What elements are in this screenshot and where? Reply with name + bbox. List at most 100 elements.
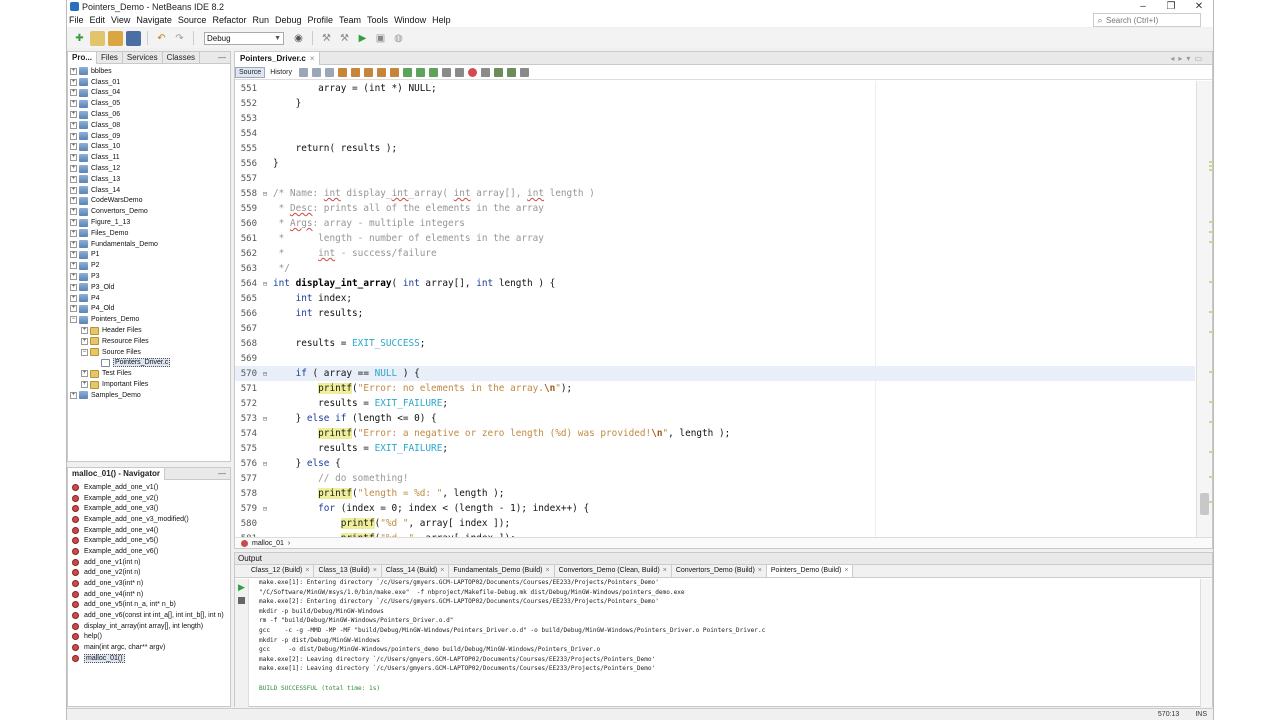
expand-icon[interactable]: + bbox=[70, 391, 77, 399]
code-line[interactable]: 554 bbox=[235, 126, 1195, 141]
output-title[interactable]: Output bbox=[238, 554, 262, 563]
code-line[interactable]: 568 results = EXIT_SUCCESS; bbox=[235, 336, 1195, 351]
menu-view[interactable]: View bbox=[109, 15, 134, 25]
menu-tools[interactable]: Tools bbox=[365, 15, 392, 25]
output-console[interactable]: make.exe[1]: Entering directory `/c/User… bbox=[259, 578, 1199, 706]
profile-icon[interactable]: ◍ bbox=[391, 31, 406, 46]
expand-icon[interactable]: + bbox=[70, 283, 77, 291]
stop-macro-icon[interactable] bbox=[480, 67, 490, 77]
code-line[interactable]: 561 * length - number of elements in the… bbox=[235, 231, 1195, 246]
menu-profile[interactable]: Profile bbox=[306, 15, 338, 25]
menu-help[interactable]: Help bbox=[430, 15, 455, 25]
menu-team[interactable]: Team bbox=[337, 15, 365, 25]
minimize-button[interactable]: – bbox=[1129, 0, 1157, 13]
fold-toggle-icon[interactable]: ⊟ bbox=[259, 505, 271, 513]
project-tree-item[interactable]: + P4 bbox=[68, 293, 230, 304]
toggle-highlight-icon[interactable] bbox=[376, 67, 386, 77]
expand-icon[interactable]: + bbox=[70, 132, 77, 140]
new-file-icon[interactable]: ✚ bbox=[72, 31, 87, 46]
project-tree-item[interactable]: Pointers_Driver.c bbox=[68, 358, 230, 369]
close-tab-icon[interactable]: × bbox=[373, 567, 377, 574]
source-mode-button[interactable]: Source bbox=[235, 66, 266, 78]
find-previous-icon[interactable] bbox=[350, 67, 360, 77]
expand-icon[interactable]: + bbox=[70, 197, 77, 205]
hierarchy-icon[interactable] bbox=[519, 67, 529, 77]
code-line[interactable]: 573 ⊟ } else if (length <= 0) { bbox=[235, 411, 1195, 426]
tab-classes[interactable]: Classes bbox=[163, 51, 201, 64]
expand-icon[interactable]: + bbox=[81, 370, 88, 378]
next-bookmark-icon[interactable] bbox=[415, 67, 425, 77]
code-line[interactable]: 557 bbox=[235, 171, 1195, 186]
code-line[interactable]: 567 bbox=[235, 321, 1195, 336]
project-tree-item[interactable]: + Class_05 bbox=[68, 98, 230, 109]
project-tree-item[interactable]: + P2 bbox=[68, 260, 230, 271]
code-line[interactable]: 576 ⊟ } else { bbox=[235, 456, 1195, 471]
expand-icon[interactable]: + bbox=[70, 219, 77, 227]
project-tree-item[interactable]: + Fundamentals_Demo bbox=[68, 239, 230, 250]
minimize-panel-icon[interactable]: — bbox=[218, 53, 230, 62]
rerun-icon[interactable]: ▶ bbox=[235, 582, 248, 593]
navigator-item[interactable]: add_one_v1(int n) bbox=[68, 557, 230, 568]
scrollbar-thumb[interactable] bbox=[1200, 493, 1209, 515]
last-edit-icon[interactable] bbox=[298, 67, 308, 77]
project-tree-item[interactable]: + Class_09 bbox=[68, 131, 230, 142]
code-line[interactable]: 560 * Args: array - multiple integers bbox=[235, 216, 1195, 231]
menu-navigate[interactable]: Navigate bbox=[134, 15, 176, 25]
project-tree-item[interactable]: + Test Files bbox=[68, 368, 230, 379]
expand-icon[interactable]: + bbox=[70, 78, 77, 86]
forward-icon[interactable] bbox=[324, 67, 334, 77]
expand-icon[interactable]: + bbox=[81, 327, 88, 335]
menu-edit[interactable]: Edit bbox=[88, 15, 110, 25]
project-tree-item[interactable]: + Resource Files bbox=[68, 336, 230, 347]
toggle-rect-select-icon[interactable] bbox=[389, 67, 399, 77]
expand-icon[interactable]: + bbox=[70, 273, 77, 281]
fold-toggle-icon[interactable]: ⊟ bbox=[259, 280, 271, 288]
close-tab-icon[interactable]: × bbox=[663, 567, 667, 574]
project-tree-item[interactable]: + P4_Old bbox=[68, 304, 230, 315]
find-icon[interactable] bbox=[337, 67, 347, 77]
fold-toggle-icon[interactable]: ⊟ bbox=[259, 370, 271, 378]
configuration-select[interactable]: Debug ▼ bbox=[204, 31, 284, 45]
code-line[interactable]: 577 // do something! bbox=[235, 471, 1195, 486]
project-tree-item[interactable]: + CodeWarsDemo bbox=[68, 196, 230, 207]
project-tree-item[interactable]: + P1 bbox=[68, 250, 230, 261]
expand-icon[interactable]: + bbox=[70, 251, 77, 259]
navigator-item[interactable]: main(int argc, char** argv) bbox=[68, 642, 230, 653]
close-tab-icon[interactable]: × bbox=[310, 54, 315, 63]
output-tab[interactable]: Convertors_Demo (Build) × bbox=[672, 565, 767, 577]
project-tree-item[interactable]: + Class_01 bbox=[68, 77, 230, 88]
code-line[interactable]: 551 array = (int *) NULL; bbox=[235, 81, 1195, 96]
menu-source[interactable]: Source bbox=[176, 15, 211, 25]
project-tree-item[interactable]: + Class_12 bbox=[68, 163, 230, 174]
expand-icon[interactable]: + bbox=[70, 100, 77, 108]
project-tree-item[interactable]: + Important Files bbox=[68, 379, 230, 390]
code-line[interactable]: 564 ⊟ int display_int_array( int array[], … bbox=[235, 276, 1195, 291]
run-icon[interactable]: ▶ bbox=[355, 31, 370, 46]
expand-icon[interactable]: + bbox=[70, 294, 77, 302]
shift-right-icon[interactable] bbox=[454, 67, 464, 77]
navigator-item[interactable]: add_one_v2(int n) bbox=[68, 568, 230, 579]
expand-icon[interactable]: + bbox=[70, 229, 77, 237]
project-tree-item[interactable]: + Class_13 bbox=[68, 174, 230, 185]
navigator-item[interactable]: add_one_v3(int* n) bbox=[68, 578, 230, 589]
project-tree-item[interactable]: + bblbes bbox=[68, 66, 230, 77]
expand-icon[interactable]: + bbox=[70, 154, 77, 162]
expand-icon[interactable]: + bbox=[70, 165, 77, 173]
navigator-item[interactable]: display_int_array(int array[], int lengt… bbox=[68, 621, 230, 632]
clean-build-icon[interactable]: ⚒ bbox=[337, 31, 352, 46]
back-icon[interactable] bbox=[311, 67, 321, 77]
fold-toggle-icon[interactable]: ⊟ bbox=[259, 190, 271, 198]
project-tree-item[interactable]: + Class_11 bbox=[68, 152, 230, 163]
navigator-item[interactable]: Example_add_one_v3() bbox=[68, 503, 230, 514]
code-line[interactable]: 580 printf("%d ", array[ index ]); bbox=[235, 516, 1195, 531]
expand-icon[interactable]: + bbox=[70, 89, 77, 97]
project-tree-item[interactable]: − Pointers_Demo bbox=[68, 314, 230, 325]
navigator-item[interactable]: Example_add_one_v4() bbox=[68, 525, 230, 536]
code-line[interactable]: 566 int results; bbox=[235, 306, 1195, 321]
tab-services[interactable]: Services bbox=[123, 51, 163, 64]
expand-icon[interactable]: + bbox=[70, 262, 77, 270]
code-line[interactable]: 562 * int - success/failure bbox=[235, 246, 1195, 261]
editor-scrollbar[interactable] bbox=[1196, 81, 1213, 540]
output-scrollbar[interactable] bbox=[1200, 579, 1212, 707]
code-line[interactable]: 565 int index; bbox=[235, 291, 1195, 306]
